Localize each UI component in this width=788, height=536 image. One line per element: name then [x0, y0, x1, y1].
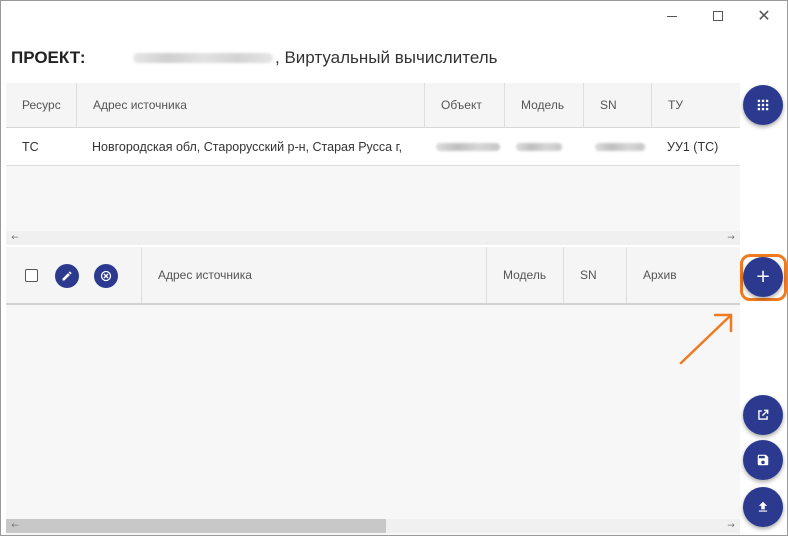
close-circle-icon: [100, 270, 112, 282]
close-icon: ✕: [757, 6, 771, 25]
redacted-value: [436, 142, 500, 151]
cell-object-redacted: [424, 128, 504, 165]
column-header-sn[interactable]: SN: [583, 83, 651, 127]
scroll-left-icon[interactable]: ←: [8, 231, 22, 245]
cell-tu: УУ1 (ТС): [667, 139, 719, 154]
grid-dots-icon: [757, 99, 769, 111]
column-header-model[interactable]: Модель: [486, 247, 563, 303]
project-title: ПРОЕКТ: , Виртуальный вычислитель: [11, 46, 498, 70]
open-in-new-icon: [758, 409, 769, 420]
grid-menu-button[interactable]: [743, 85, 783, 125]
column-header-resource[interactable]: Ресурс: [6, 83, 76, 127]
scroll-right-icon[interactable]: →: [724, 519, 738, 533]
minimize-icon: [667, 15, 677, 17]
cell-model-redacted: [504, 128, 583, 165]
close-button[interactable]: ✕: [741, 1, 787, 31]
column-header-address[interactable]: Адрес источника: [141, 247, 486, 303]
plus-icon: +: [755, 265, 771, 287]
cell-address: Новгородская обл, Старорусский р-н, Стар…: [92, 139, 403, 154]
minimize-button[interactable]: [649, 1, 695, 31]
edit-button[interactable]: [55, 264, 79, 288]
cell-resource: ТС: [22, 139, 39, 154]
select-all-checkbox[interactable]: [25, 269, 38, 282]
column-header-archive[interactable]: Архив: [626, 247, 740, 303]
sources-table-header: Ресурс Адрес источника Объект Модель SN …: [6, 83, 740, 128]
pencil-icon: [62, 271, 72, 281]
devices-table: Адрес источника Модель SN Архив ← →: [6, 247, 740, 535]
title-bar: ✕: [1, 1, 787, 31]
add-device-button[interactable]: +: [743, 257, 783, 297]
maximize-button[interactable]: [695, 1, 741, 31]
column-header-object[interactable]: Объект: [424, 83, 504, 127]
table-row[interactable]: ТС Новгородская обл, Старорусский р-н, С…: [6, 128, 740, 166]
export-button[interactable]: [743, 395, 783, 435]
scrollbar-thumb[interactable]: [6, 519, 386, 533]
project-name-redacted: [133, 53, 273, 63]
sources-table: Ресурс Адрес источника Объект Модель SN …: [6, 83, 740, 245]
delete-button[interactable]: [94, 264, 118, 288]
upload-icon: [758, 501, 768, 512]
horizontal-scrollbar[interactable]: ← →: [6, 519, 740, 533]
column-header-model[interactable]: Модель: [504, 83, 583, 127]
column-header-sn[interactable]: SN: [563, 247, 626, 303]
devices-table-header: Адрес источника Модель SN Архив: [6, 247, 740, 305]
redacted-value: [516, 142, 562, 151]
column-header-tu[interactable]: ТУ: [651, 83, 740, 127]
app-window: ✕ ПРОЕКТ: , Виртуальный вычислитель Ресу…: [0, 0, 788, 536]
floppy-disk-icon: [757, 454, 769, 466]
annotation-arrow-icon: [679, 313, 733, 365]
scroll-right-icon[interactable]: →: [724, 231, 738, 245]
horizontal-scrollbar[interactable]: ← →: [6, 231, 740, 245]
maximize-icon: [713, 11, 723, 21]
upload-button[interactable]: [743, 487, 783, 527]
column-header-address[interactable]: Адрес источника: [76, 83, 424, 127]
cell-sn-redacted: [583, 128, 651, 165]
scroll-left-icon[interactable]: ←: [8, 519, 22, 533]
redacted-value: [595, 142, 645, 151]
project-label: ПРОЕКТ:: [11, 48, 86, 67]
save-button[interactable]: [743, 440, 783, 480]
project-name: , Виртуальный вычислитель: [275, 48, 498, 67]
